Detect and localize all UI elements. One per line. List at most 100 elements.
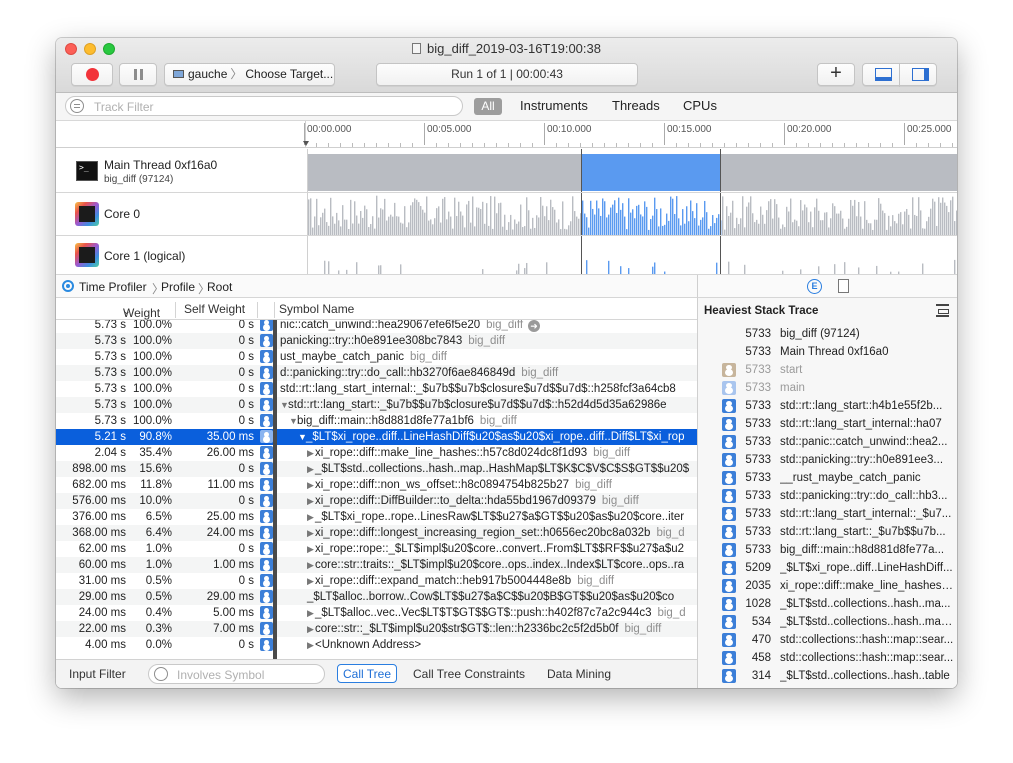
core-0-graph[interactable] <box>308 193 957 235</box>
extended-detail-icon[interactable]: E <box>807 279 822 294</box>
disclosure-triangle-icon[interactable]: ▶ <box>307 557 315 573</box>
selection-end-line[interactable] <box>720 193 721 235</box>
track-filter-input[interactable]: Track Filter <box>65 96 463 116</box>
table-row[interactable]: 60.00 ms 1.0% 1.00 ms ▶core::str::traits::_… <box>56 557 697 573</box>
file-icon[interactable] <box>838 279 849 293</box>
stack-frame-row[interactable]: 5733 __rust_maybe_catch_panic <box>698 469 957 487</box>
usage-bar <box>890 226 892 235</box>
stack-frame-row[interactable]: 2035 xi_rope::diff::make_line_hashes::... <box>698 577 957 595</box>
table-row[interactable]: 576.00 ms 10.0% 0 s ▶xi_rope::diff::DiffBui… <box>56 493 697 509</box>
track-core-0[interactable]: Core 0 <box>56 193 957 236</box>
table-row[interactable]: 24.00 ms 0.4% 5.00 ms ▶_$LT$alloc..vec..Vec… <box>56 605 697 621</box>
table-row[interactable]: 5.73 s 100.0% 0 s panicking::try::h0e891ee3… <box>56 333 697 349</box>
stack-frame-row[interactable]: 5733 std::rt::lang_start_internal::ha07 <box>698 415 957 433</box>
disclosure-triangle-icon[interactable]: ▶ <box>307 445 315 461</box>
selection-start-line[interactable] <box>581 149 582 192</box>
table-row[interactable]: 4.00 ms 0.0% 0 s ▶<Unknown Address> <box>56 637 697 653</box>
table-row[interactable]: 368.00 ms 6.4% 24.00 ms ▶xi_rope::diff::lon… <box>56 525 697 541</box>
table-row[interactable]: 898.00 ms 15.6% 0 s ▶_$LT$std..collections.… <box>56 461 697 477</box>
table-row[interactable]: 31.00 ms 0.5% 0 s ▶xi_rope::diff::expand_ma… <box>56 573 697 589</box>
filter-tab-all[interactable]: All <box>474 98 502 115</box>
input-filter-label[interactable]: Input Filter <box>69 667 126 681</box>
stack-frame-row[interactable]: 5733 std::panicking::try::h0e891ee3... <box>698 451 957 469</box>
table-row[interactable]: 5.73 s 100.0% 0 s ▼big_diff::main::h8d881d8… <box>56 413 697 429</box>
core-1-graph[interactable] <box>308 236 957 274</box>
disclosure-triangle-icon[interactable]: ▶ <box>307 509 315 525</box>
stack-frame-row[interactable]: 5733 std::rt::lang_start::h4b1e55f2b... <box>698 397 957 415</box>
track-main-thread[interactable]: Main Thread 0xf16a0 big_diff (97124) <box>56 149 957 193</box>
table-row[interactable]: 5.73 s 100.0% 0 s nic::catch_unwind::hea290… <box>56 320 697 333</box>
stack-frame-row[interactable]: 5733 std::panicking::try::do_call::hb3... <box>698 487 957 505</box>
filter-tab-instruments[interactable]: Instruments <box>520 98 588 113</box>
run-info-display[interactable]: Run 1 of 1 | 00:00:43 <box>376 63 638 86</box>
column-symbol-name[interactable]: Symbol Name <box>279 302 354 316</box>
stack-frame-row[interactable]: 5733 std::panic::catch_unwind::hea2... <box>698 433 957 451</box>
stack-frame-row[interactable]: 5209 _$LT$xi_rope..diff..LineHashDiff... <box>698 559 957 577</box>
table-row[interactable]: 29.00 ms 0.5% 29.00 ms _$LT$alloc..borrow..… <box>56 589 697 605</box>
disclosure-triangle-icon[interactable]: ▶ <box>307 477 315 493</box>
playhead-marker[interactable] <box>303 141 309 146</box>
table-row[interactable]: 682.00 ms 11.8% 11.00 ms ▶xi_rope::diff::no… <box>56 477 697 493</box>
timeline-ruler[interactable]: 00:00.000 00:05.000 00:10.000 00:15.000 00:2… <box>56 121 957 148</box>
disclosure-triangle-icon[interactable]: ▶ <box>307 605 315 621</box>
disclosure-triangle-icon[interactable]: ▼ <box>298 429 307 445</box>
disclosure-triangle-icon[interactable]: ▶ <box>307 525 315 541</box>
table-row[interactable]: 62.00 ms 1.0% 0 s ▶xi_rope::rope::_$LT$impl… <box>56 541 697 557</box>
target-selector[interactable]: gauche 〉 Choose Target... <box>164 63 335 86</box>
table-row[interactable]: 5.73 s 100.0% 0 s ▼std::rt::lang_start::_$u… <box>56 397 697 413</box>
call-tree[interactable]: 5.73 s 100.0% 0 s nic::catch_unwind::hea290… <box>56 320 697 659</box>
selection-start-line[interactable] <box>581 193 582 235</box>
tab-call-tree[interactable]: Call Tree <box>337 664 398 683</box>
filter-tab-threads[interactable]: Threads <box>612 98 660 113</box>
disclosure-triangle-icon[interactable]: ▶ <box>307 493 315 509</box>
selection-start-line[interactable] <box>581 236 582 274</box>
main-thread-graph[interactable] <box>308 149 957 192</box>
stack-frame-row[interactable]: 314 _$LT$std..collections..hash..table <box>698 667 957 685</box>
go-to-arrow-icon[interactable]: ➜ <box>528 320 541 332</box>
disclosure-triangle-icon[interactable]: ▶ <box>307 637 315 653</box>
stack-frame-row[interactable]: 5733 start <box>698 361 957 379</box>
stack-frame-row[interactable]: 534 _$LT$std..collections..hash..map... <box>698 613 957 631</box>
table-row[interactable]: 376.00 ms 6.5% 25.00 ms ▶_$LT$xi_rope..rope… <box>56 509 697 525</box>
stack-frame-row[interactable]: 1028 _$LT$std..collections..hash..ma... <box>698 595 957 613</box>
disclosure-triangle-icon[interactable]: ▶ <box>307 621 315 637</box>
stack-frame-row[interactable]: 5733 std::rt::lang_start_internal::_$u7..… <box>698 505 957 523</box>
breadcrumb-time-profiler[interactable]: Time Profiler <box>79 280 147 294</box>
disclosure-triangle-icon[interactable]: ▶ <box>307 573 315 589</box>
table-row[interactable]: 5.73 s 100.0% 0 s ust_maybe_catch_panic big_… <box>56 349 697 365</box>
column-self-weight[interactable]: Self Weight <box>184 302 245 316</box>
stack-frame-row[interactable]: 5733 main <box>698 379 957 397</box>
filter-tab-cpus[interactable]: CPUs <box>683 98 717 113</box>
table-row[interactable]: 5.73 s 100.0% 0 s std::rt::lang_start_inter… <box>56 381 697 397</box>
breadcrumb-root[interactable]: Root <box>207 280 232 294</box>
tab-call-tree-constraints[interactable]: Call Tree Constraints <box>413 667 525 681</box>
breadcrumb-profile[interactable]: Profile <box>161 280 195 294</box>
tab-data-mining[interactable]: Data Mining <box>547 667 611 681</box>
expand-stack-icon[interactable] <box>936 304 949 317</box>
disclosure-triangle-icon[interactable]: ▶ <box>307 461 315 477</box>
stack-frame-row[interactable]: 470 std::collections::hash::map::sear... <box>698 631 957 649</box>
disclosure-triangle-icon[interactable]: ▼ <box>289 413 298 429</box>
record-button[interactable] <box>71 63 113 86</box>
table-row[interactable]: 5.21 s 90.8% 35.00 ms ▼_$LT$xi_rope..diff..… <box>56 429 697 445</box>
stack-frame-row[interactable]: 5733 Main Thread 0xf16a0 <box>698 343 957 361</box>
selection-end-line[interactable] <box>720 236 721 274</box>
pause-button[interactable] <box>119 63 157 86</box>
involves-symbol-input[interactable]: Involves Symbol <box>148 664 325 684</box>
disclosure-triangle-icon[interactable]: ▼ <box>280 397 289 413</box>
heaviest-stack-title: Heaviest Stack Trace <box>704 305 819 317</box>
toggle-inspector-button[interactable] <box>899 63 937 86</box>
selection-end-line[interactable] <box>720 149 721 192</box>
stack-frame-row[interactable]: 5733 big_diff::main::h8d881d8fe77a... <box>698 541 957 559</box>
disclosure-triangle-icon[interactable]: ▶ <box>307 541 315 557</box>
column-splitter[interactable] <box>273 320 277 659</box>
track-core-1[interactable]: Core 1 (logical) <box>56 236 957 275</box>
table-row[interactable]: 2.04 s 35.4% 26.00 ms ▶xi_rope::diff::make_… <box>56 445 697 461</box>
stack-frame-row[interactable]: 458 std::collections::hash::map::sear... <box>698 649 957 667</box>
stack-frame-row[interactable]: 5733 std::rt::lang_start::_$u7b$$u7b... <box>698 523 957 541</box>
table-row[interactable]: 22.00 ms 0.3% 7.00 ms ▶core::str::_$LT$impl… <box>56 621 697 637</box>
add-instrument-button[interactable]: + <box>817 63 855 86</box>
toggle-detail-pane-button[interactable] <box>862 63 900 86</box>
table-row[interactable]: 5.73 s 100.0% 0 s d::panicking::try::do_cal… <box>56 365 697 381</box>
stack-frame-row[interactable]: 5733 big_diff (97124) <box>698 325 957 343</box>
